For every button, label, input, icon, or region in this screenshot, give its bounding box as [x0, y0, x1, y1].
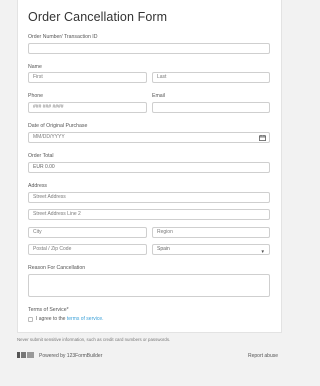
powered-by-link[interactable]: Powered by 123FormBuilder: [39, 353, 102, 359]
reason-textarea[interactable]: [28, 274, 270, 297]
street-address-input[interactable]: Street Address: [28, 192, 270, 203]
calendar-icon[interactable]: [259, 134, 266, 141]
country-select[interactable]: Spain ▼: [152, 244, 270, 255]
report-abuse-link[interactable]: Report abuse: [248, 353, 278, 359]
address-label: Address: [28, 183, 48, 189]
terms-checkbox[interactable]: [28, 317, 33, 322]
123formbuilder-logo-icon: [17, 352, 34, 358]
phone-label: Phone: [28, 93, 44, 99]
region-input[interactable]: Region: [152, 227, 270, 238]
last-name-input[interactable]: Last: [152, 72, 270, 83]
form-title: Order Cancellation Form: [28, 10, 168, 24]
terms-agree-text: I agree to the terms of service.: [36, 316, 104, 322]
security-notice: Never submit sensitive information, such…: [17, 337, 171, 342]
terms-label: Terms of Service*: [28, 307, 69, 313]
date-input-text: MM/DD/YYYY: [33, 134, 65, 140]
order-number-input[interactable]: [28, 43, 270, 54]
city-input[interactable]: City: [28, 227, 147, 238]
first-name-input[interactable]: First: [28, 72, 147, 83]
order-total-input[interactable]: EUR 0.00: [28, 162, 270, 173]
country-select-value: Spain: [157, 246, 170, 252]
terms-agree-label: I agree to the: [36, 316, 66, 322]
street-address-2-input[interactable]: Street Address Line 2: [28, 209, 270, 220]
chevron-down-icon: ▼: [260, 249, 265, 254]
phone-input[interactable]: ### ### ####: [28, 102, 147, 113]
reason-label: Reason For Cancellation: [28, 265, 86, 271]
order-number-label: Order Number/ Transaction ID: [28, 34, 98, 40]
date-input[interactable]: MM/DD/YYYY: [28, 132, 270, 143]
email-input[interactable]: [152, 102, 270, 113]
date-label: Date of Original Purchase: [28, 123, 88, 129]
postal-code-input[interactable]: Postal / Zip Code: [28, 244, 147, 255]
email-label: Email: [152, 93, 165, 99]
order-total-label: Order Total: [28, 153, 54, 159]
name-label: Name: [28, 64, 42, 70]
terms-of-service-link[interactable]: terms of service.: [67, 316, 104, 322]
